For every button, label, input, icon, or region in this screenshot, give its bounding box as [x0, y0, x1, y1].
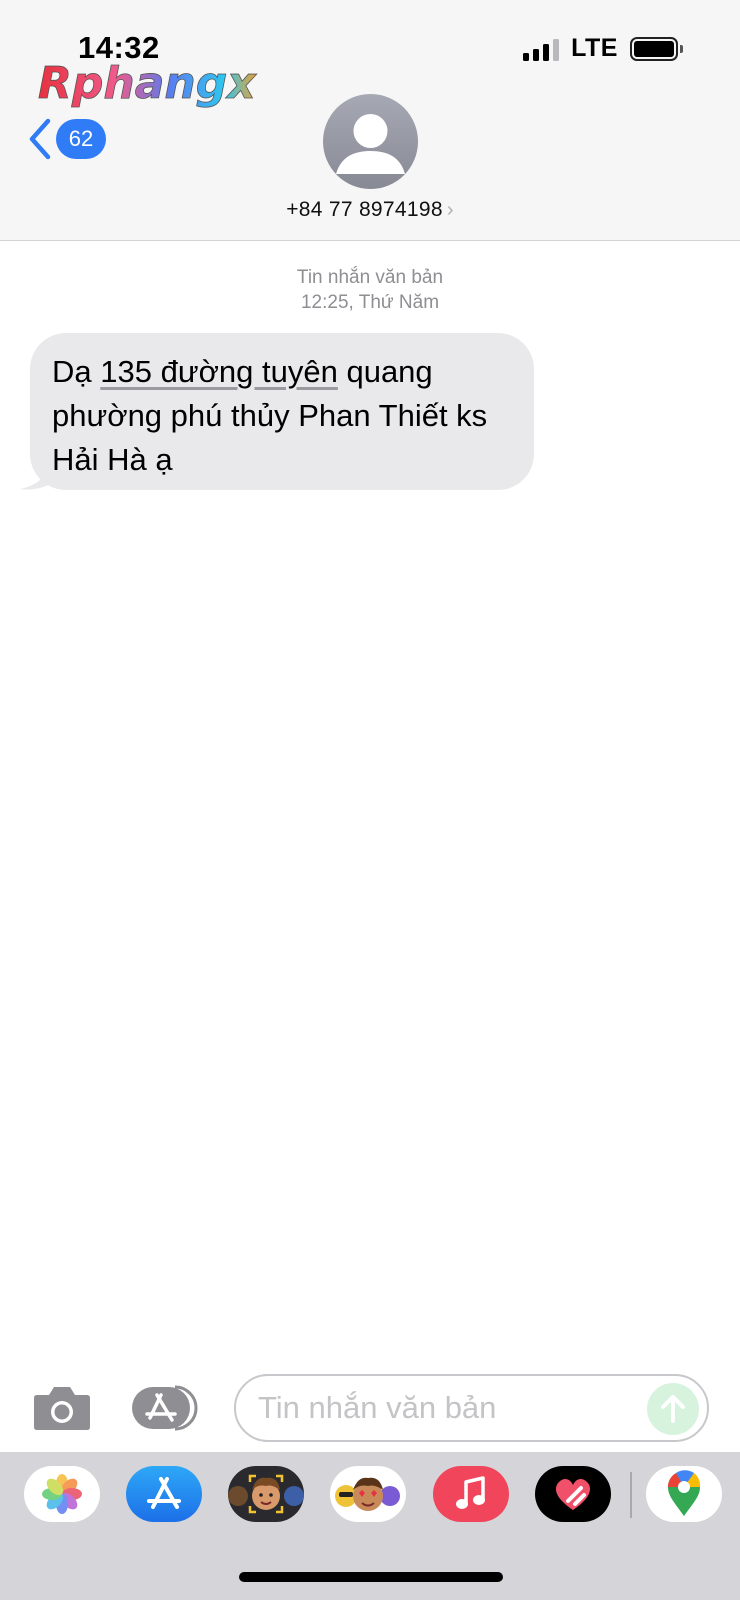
battery-icon — [630, 36, 683, 61]
camera-button[interactable] — [33, 1385, 91, 1436]
person-icon — [336, 114, 405, 174]
contact-phone: +84 77 8974198 — [286, 198, 443, 221]
memoji-icon — [228, 1474, 304, 1514]
home-indicator[interactable] — [239, 1572, 503, 1582]
animoji-app-button[interactable] — [330, 1466, 406, 1522]
contact-name-button[interactable]: +84 77 8974198 › — [0, 198, 740, 222]
photos-app-button[interactable] — [24, 1466, 100, 1522]
watermark-logo: Rphangx — [38, 58, 258, 109]
memoji-app-button[interactable] — [228, 1466, 304, 1522]
digital-touch-app-button[interactable] — [535, 1466, 611, 1522]
status-indicators: LTE — [523, 34, 683, 63]
photos-icon — [42, 1474, 82, 1514]
maps-app-button[interactable] — [646, 1466, 722, 1522]
arrow-up-icon — [661, 1395, 685, 1423]
message-input-field[interactable] — [234, 1374, 709, 1442]
animoji-icon — [335, 1477, 400, 1511]
app-store-icon — [132, 1385, 198, 1431]
message-bubble-incoming[interactable]: Dạ 135 đường tuyên quang phường phú thủy… — [30, 333, 534, 490]
conversation-header: 14:32 Rphangx LTE 62 +84 77 8974198 › — [0, 0, 740, 241]
send-button[interactable] — [647, 1383, 699, 1435]
chevron-right-icon: › — [446, 199, 454, 221]
unread-count-badge: 62 — [56, 119, 106, 159]
back-button[interactable]: 62 — [28, 118, 106, 160]
cellular-signal-icon — [523, 37, 560, 61]
drawer-separator — [630, 1472, 632, 1518]
chevron-left-icon — [29, 118, 51, 160]
music-icon — [456, 1476, 485, 1509]
music-app-button[interactable] — [433, 1466, 509, 1522]
message-text-start: Dạ — [52, 354, 101, 389]
contact-avatar[interactable] — [323, 94, 418, 189]
network-type: LTE — [571, 34, 618, 62]
svg-text:Rphangx: Rphangx — [38, 58, 257, 109]
message-composer — [0, 1368, 740, 1448]
digital-touch-icon — [555, 1478, 591, 1510]
message-input[interactable] — [258, 1376, 638, 1440]
message-type-label: Tin nhắn văn bản — [296, 267, 444, 288]
apps-button[interactable] — [131, 1385, 201, 1436]
camera-icon — [34, 1387, 90, 1430]
app-store-icon — [147, 1477, 181, 1509]
message-timestamp: 12:25, Thứ Năm — [300, 292, 440, 313]
address-link[interactable]: 135 đường tuyên — [100, 354, 338, 389]
maps-icon — [667, 1470, 701, 1516]
app-store-app-button[interactable] — [126, 1466, 202, 1522]
